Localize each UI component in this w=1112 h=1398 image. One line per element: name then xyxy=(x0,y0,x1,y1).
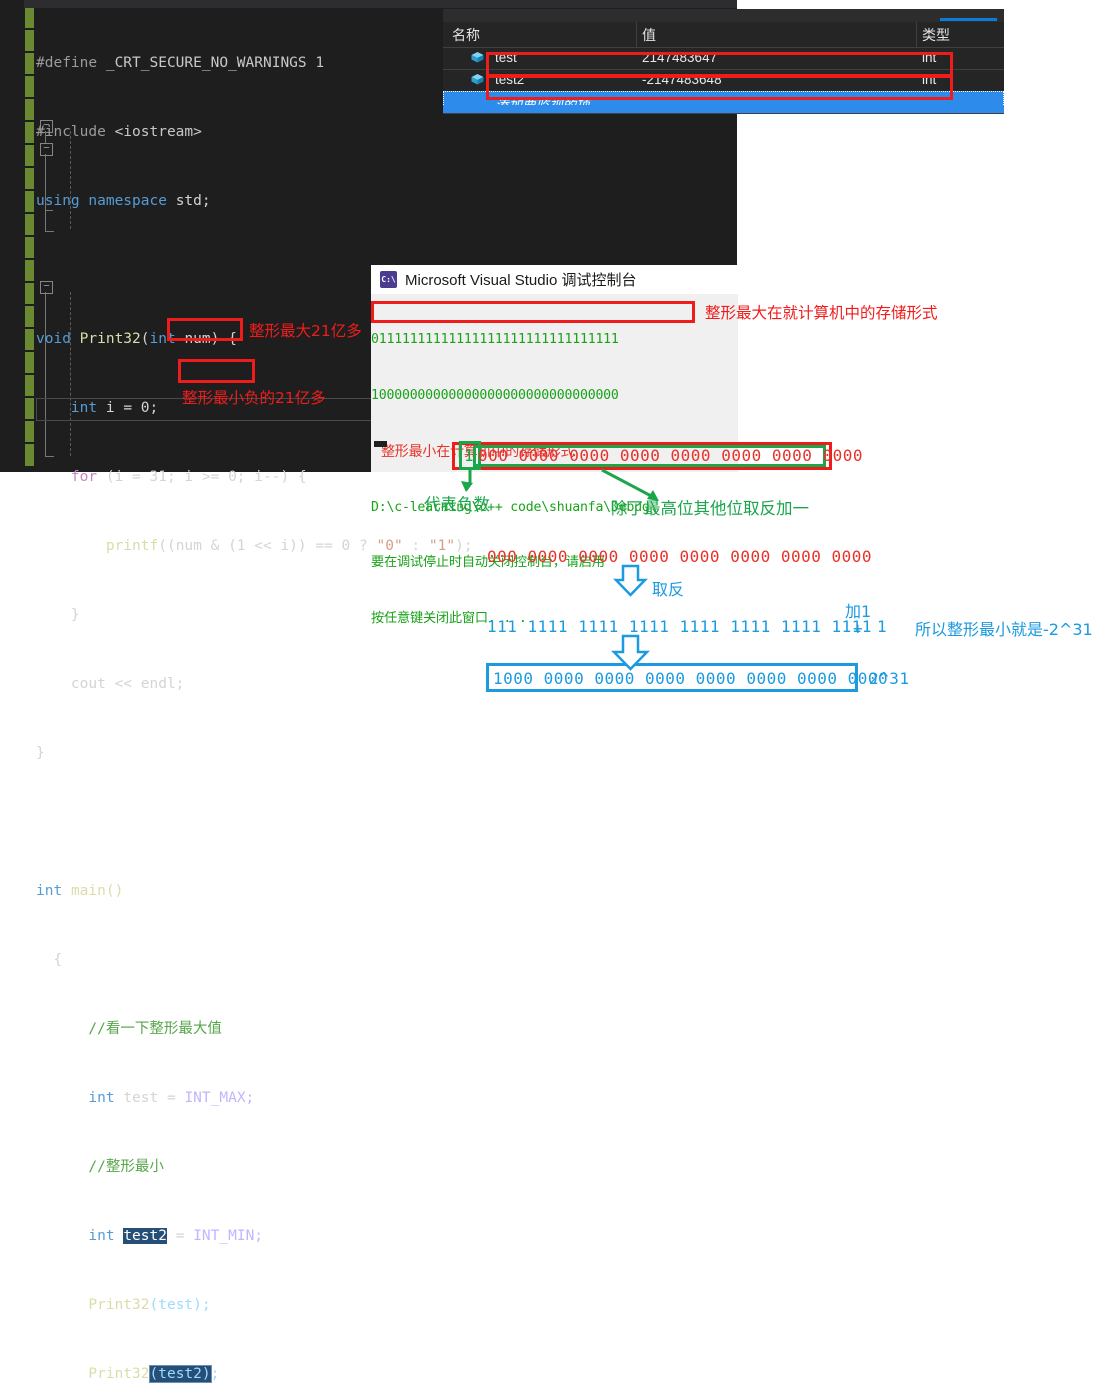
for-condition: (i = 31; i >= 0; i--) { xyxy=(105,469,307,485)
code-line-2: #include <iostream> xyxy=(36,121,473,144)
printf-call: printf xyxy=(105,538,159,554)
console-line-2: 10000000000000000000000000000000 xyxy=(371,387,619,403)
annotation-int-min-note: 整形最小负的21亿多 xyxy=(182,389,326,407)
std-identifier: std; xyxy=(175,193,211,209)
variable-cube-icon xyxy=(471,52,484,63)
code-line-15: //看一下整形最大值 xyxy=(36,1018,473,1041)
highlight-box-int-max xyxy=(167,318,243,341)
diagram-plus-one-value: 1 xyxy=(877,617,888,636)
diagram-row-inverted: 111 1111 1111 1111 1111 1111 1111 1111 xyxy=(487,617,873,636)
comment-int-min: //整形最小 xyxy=(88,1159,164,1175)
int-keyword-test2: int xyxy=(88,1228,115,1244)
watch-col-value[interactable]: 值 xyxy=(642,25,656,45)
watch-col-divider-1[interactable] xyxy=(636,22,637,47)
highlight-box-watch-row-test2 xyxy=(486,74,953,100)
diagram-conclusion: 所以整形最小就是-2^31 xyxy=(915,620,1093,639)
code-line-10: cout << endl; xyxy=(36,673,473,696)
comment-int-max: //看一下整形最大值 xyxy=(88,1021,222,1037)
watch-selection-overflow xyxy=(443,105,1004,113)
annotation-int-max-binary-note: 整形最大在就计算机中的存储形式 xyxy=(705,304,938,322)
diagram-label-sign: 代表负数 xyxy=(424,495,490,514)
code-line-11: } xyxy=(36,742,473,765)
highlight-box-int-max-binary xyxy=(371,301,695,323)
changed-lines-indicator xyxy=(25,8,34,466)
call-print32-test2-semicolon: ; xyxy=(210,1366,220,1382)
watch-column-headers: 名称 值 类型 xyxy=(443,22,1004,48)
code-line-20: Print32(test2); xyxy=(36,1363,473,1386)
stream-operator: << xyxy=(105,676,141,692)
code-line-19: Print32(test); xyxy=(36,1294,473,1317)
highlight-box-int-min xyxy=(178,359,255,383)
console-cursor xyxy=(374,441,387,447)
int-keyword-main: int xyxy=(36,883,63,899)
debug-console-window[interactable]: C:\ Microsoft Visual Studio 调试控制台 011111… xyxy=(371,265,738,626)
code-line-3: using namespace std; xyxy=(36,190,473,213)
console-app-icon: C:\ xyxy=(380,271,397,288)
define-value: 1 xyxy=(315,55,325,71)
diagram-magnitude-bits: 000 0000 0000 0000 0000 0000 0000 0000 xyxy=(478,446,864,465)
main-decl: main() xyxy=(70,883,124,899)
annotation-int-max-note: 整形最大21亿多 xyxy=(249,322,362,340)
int-min-macro: INT_MIN; xyxy=(193,1228,264,1244)
call-print32-test2: Print32 xyxy=(88,1366,150,1382)
diagram-row-result: 1000 0000 0000 0000 0000 0000 0000 0000 xyxy=(493,669,889,688)
code-line-18: int test2 = INT_MIN; xyxy=(88,1228,264,1244)
code-line-13: int main() xyxy=(36,880,473,903)
call-print32-test: Print32 xyxy=(88,1297,150,1313)
diagram-label-magnitude: 除了最高位其他位取反加一 xyxy=(611,499,809,518)
include-header: <iostream> xyxy=(114,124,202,140)
int-keyword-i: int xyxy=(70,400,98,416)
int-max-macro: INT_MAX; xyxy=(184,1090,255,1106)
variable-cube-icon xyxy=(471,74,484,85)
open-brace-main: { xyxy=(53,952,63,968)
define-keyword: #define xyxy=(36,55,98,71)
console-title-text: Microsoft Visual Studio 调试控制台 xyxy=(405,272,637,289)
test2-identifier-selected[interactable]: test2 xyxy=(123,1228,167,1244)
code-text[interactable]: #define _CRT_SECURE_NO_WARNINGS 1 #inclu… xyxy=(36,6,473,1398)
watch-window-titlebar xyxy=(443,9,1004,22)
endl-identifier: endl; xyxy=(140,676,185,692)
watch-col-name[interactable]: 名称 xyxy=(452,25,480,45)
close-brace-print32: } xyxy=(36,745,45,761)
define-name: _CRT_SECURE_NO_WARNINGS xyxy=(105,55,307,71)
diagram-sign-bit: 1 xyxy=(464,446,474,465)
decl-i: i = 0; xyxy=(105,400,159,416)
watch-active-tab-underline xyxy=(940,18,997,21)
printf-args-a: ((num & (1 << i)) == 0 ? xyxy=(158,538,377,554)
diagram-plus-sign: + xyxy=(853,619,864,638)
console-line-1: 01111111111111111111111111111111 xyxy=(371,332,619,348)
diagram-row-original: 000 0000 0000 0000 0000 0000 0000 0000 xyxy=(487,547,873,566)
code-line-16: int test = INT_MAX; xyxy=(88,1090,255,1106)
code-line-17: //整形最小 xyxy=(36,1156,473,1179)
cout-identifier: cout xyxy=(70,676,106,692)
editor-top-strip-left xyxy=(0,0,24,8)
diagram-op-invert: 取反 xyxy=(652,580,685,599)
test-identifier: test xyxy=(123,1090,159,1106)
include-keyword: #include xyxy=(36,124,106,140)
call-print32-test2-args-selected[interactable]: (test2) xyxy=(148,1365,212,1383)
for-keyword: for xyxy=(70,469,98,485)
code-line-1: #define _CRT_SECURE_NO_WARNINGS 1 xyxy=(36,52,473,75)
watch-col-divider-2[interactable] xyxy=(916,22,917,47)
call-print32-test-args: (test); xyxy=(149,1297,211,1313)
print32-decl: Print32 xyxy=(79,331,141,347)
code-line-14: { xyxy=(36,949,473,972)
void-keyword: void xyxy=(36,331,71,347)
diagram-result-power: 2^31 xyxy=(869,669,910,688)
watch-col-type[interactable]: 类型 xyxy=(922,25,950,45)
console-titlebar: C:\ Microsoft Visual Studio 调试控制台 xyxy=(371,265,738,294)
namespace-keyword: namespace xyxy=(88,193,167,209)
int-keyword-test: int xyxy=(88,1090,115,1106)
close-brace-for: } xyxy=(70,607,80,623)
using-keyword: using xyxy=(36,193,80,209)
